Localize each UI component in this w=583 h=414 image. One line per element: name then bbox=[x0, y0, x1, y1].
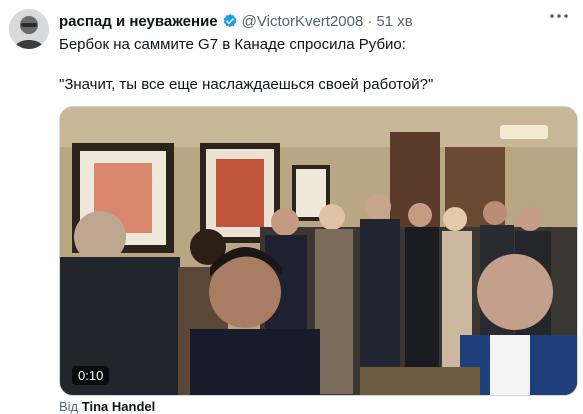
tweet-text-line-2: "Значит, ты все еще наслаждаешься своей … bbox=[59, 76, 434, 93]
video-player[interactable]: 0:10 bbox=[59, 106, 578, 396]
video-frame bbox=[60, 107, 577, 395]
user-handle[interactable]: @VictorKvert2008 bbox=[242, 13, 364, 30]
video-duration: 0:10 bbox=[72, 366, 110, 385]
avatar[interactable] bbox=[9, 9, 49, 49]
tweet-text-line-1: Бербок на саммите G7 в Канаде спросила Р… bbox=[59, 36, 406, 53]
tweet-header: распад и неуважение @VictorKvert2008 · 5… bbox=[59, 11, 567, 31]
more-icon[interactable] bbox=[547, 8, 571, 24]
attribution-prefix: Від bbox=[59, 399, 79, 414]
separator-dot: · bbox=[367, 12, 373, 30]
media-attribution: Від Tina Handel bbox=[59, 399, 155, 414]
display-name[interactable]: распад и неуважение bbox=[59, 13, 218, 30]
verified-badge-icon bbox=[222, 13, 238, 29]
timestamp[interactable]: 51 хв bbox=[376, 13, 412, 30]
tweet-text: Бербок на саммите G7 в Канаде спросила Р… bbox=[59, 35, 569, 95]
attribution-user[interactable]: Tina Handel bbox=[82, 399, 155, 414]
